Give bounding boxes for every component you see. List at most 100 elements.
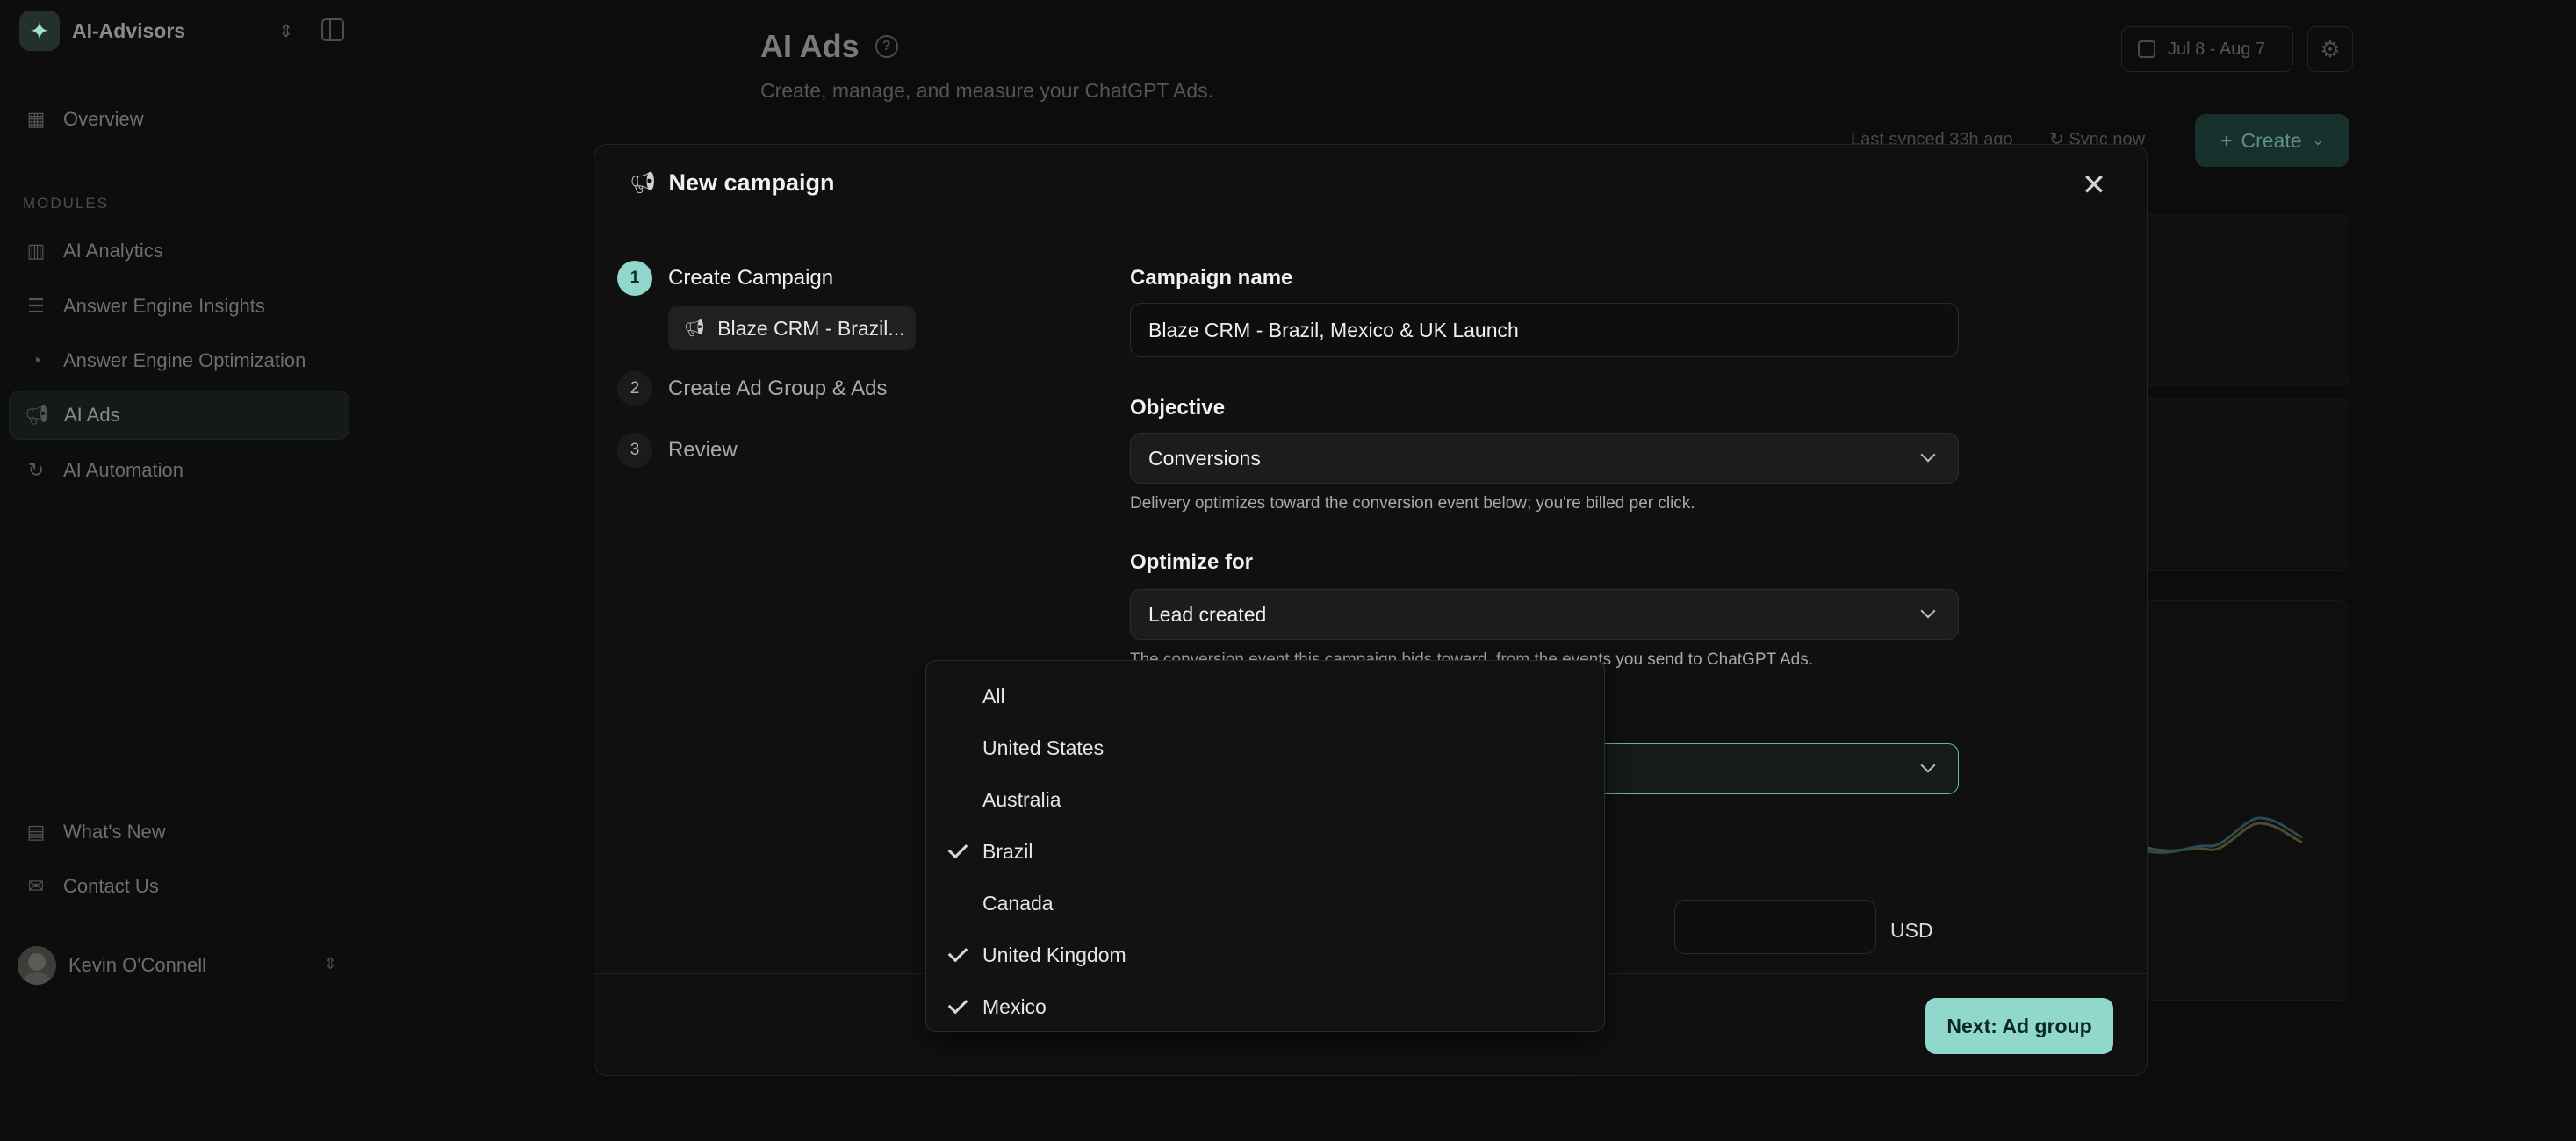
country-option-brazil[interactable]: Brazil [926,827,1604,876]
settings-button[interactable]: ⚙ [2307,26,2353,72]
option-label: Mexico [982,994,1047,1018]
gear-icon: ⚙ [2320,35,2341,62]
refresh-icon: ↻ [27,459,45,481]
objective-value: Conversions [1148,446,1261,470]
megaphone-icon: 📢︎ [25,404,49,426]
sidebar-item-label: What's New [63,821,166,843]
step-campaign-chip[interactable]: 📢︎ Blaze CRM - Brazil... [668,306,916,350]
country-option-canada[interactable]: Canada [926,879,1604,928]
objective-help-text: Delivery optimizes toward the conversion… [1130,494,1695,513]
date-range-button[interactable]: Jul 8 - Aug 7 [2121,26,2293,72]
background-card [2142,214,2349,386]
user-name: Kevin O'Connell [68,954,207,976]
chevron-down-icon: ⌄ [2312,133,2324,148]
sidebar-item-ai-analytics[interactable]: ▥ AI Analytics [9,226,349,276]
megaphone-icon: 📢︎ [630,171,657,195]
option-label: Brazil [982,839,1033,863]
chevron-updown-icon: ⇕ [323,955,337,972]
page-title-text: AI Ads [760,28,860,64]
sidebar-item-label: Overview [63,108,144,130]
workspace-switcher[interactable]: ✦ AI-Advisors ⇕ [19,11,344,51]
background-card [2142,600,2349,1001]
optimize-for-label: Optimize for [1130,550,1254,574]
sidebar-item-label: AI Ads [64,404,120,426]
option-label: All [982,684,1005,707]
sidebar-item-label: AI Automation [63,459,183,481]
country-option-all[interactable]: All [926,671,1604,721]
user-menu[interactable]: Kevin O'Connell ⇕ [18,946,342,985]
country-option-united-kingdom[interactable]: United Kingdom [926,930,1604,980]
sidebar-item-answer-engine-insights[interactable]: ☰ Answer Engine Insights [9,282,349,331]
modal-header: 📢︎ New campaign [630,169,835,197]
sidebar-item-label: Answer Engine Optimization [63,349,306,371]
chevron-down-icon [1920,447,1936,463]
campaign-name-input[interactable]: Blaze CRM - Brazil, Mexico & UK Launch [1130,303,1959,357]
campaign-name-label: Campaign name [1130,266,1293,290]
page-title: AI Ads ? [760,28,898,65]
megaphone-icon: 📢︎ [684,319,706,338]
list-icon: ☰ [27,295,45,317]
option-label: Canada [982,891,1054,915]
countries-dropdown: All United States Australia Brazil Canad… [925,660,1605,1032]
objective-label: Objective [1130,396,1226,420]
step-create-campaign[interactable]: 1 Create Campaign [617,261,833,296]
step-label: Create Ad Group & Ads [668,377,888,400]
sidebar-toggle-icon[interactable] [321,18,344,41]
currency-label: USD [1890,919,1933,942]
brand-logo-icon: ✦ [19,11,60,51]
objective-select[interactable]: Conversions [1130,433,1959,484]
country-option-australia[interactable]: Australia [926,775,1604,824]
step-create-ad-group[interactable]: 2 Create Ad Group & Ads [617,371,887,406]
sidebar-item-label: Contact Us [63,875,159,897]
close-icon: ✕ [2081,169,2107,202]
create-button[interactable]: + Create ⌄ [2195,114,2349,167]
step-number: 2 [617,371,652,406]
next-ad-group-button[interactable]: Next: Ad group [1925,998,2113,1054]
chevron-down-icon [1920,757,1936,773]
background-card [2142,398,2349,570]
step-label: Create Campaign [668,266,834,290]
option-label: United Kingdom [982,943,1126,966]
gauge-icon: ◔ [30,349,42,371]
mail-icon: ✉ [27,875,45,897]
bar-chart-icon: ▥ [26,240,46,262]
check-icon [947,838,968,859]
sidebar: ✦ AI-Advisors ⇕ ▦ Overview MODULES ▥ AI … [0,0,358,1141]
campaign-name-value: Blaze CRM - Brazil, Mexico & UK Launch [1148,318,1519,341]
help-icon[interactable]: ? [874,35,898,58]
step-review[interactable]: 3 Review [617,433,738,468]
sidebar-item-label: AI Analytics [63,240,163,262]
background-chart-lines [2148,816,2303,854]
plus-icon: + [2220,128,2233,152]
modal-title: New campaign [668,169,835,196]
sidebar-item-answer-engine-optimization[interactable]: ◔ Answer Engine Optimization [9,336,349,385]
check-icon [947,994,968,1015]
step-number: 3 [617,433,652,468]
section-label-modules: MODULES [23,195,110,212]
step-number: 1 [617,261,652,296]
calendar-icon [2138,40,2155,58]
create-label: Create [2241,128,2302,152]
avatar [18,946,56,985]
sidebar-item-ai-automation[interactable]: ↻ AI Automation [9,446,349,495]
optimize-for-select[interactable]: Lead created [1130,589,1959,640]
country-option-mexico[interactable]: Mexico [926,982,1604,1031]
chevron-down-icon [1920,603,1936,619]
step-chip-label: Blaze CRM - Brazil... [717,316,905,340]
country-option-united-states[interactable]: United States [926,723,1604,772]
step-label: Review [668,438,738,462]
date-range-label: Jul 8 - Aug 7 [2168,39,2266,59]
optimize-for-value: Lead created [1148,602,1267,626]
sidebar-item-contact-us[interactable]: ✉ Contact Us [9,862,349,911]
sidebar-item-label: Answer Engine Insights [63,295,265,317]
budget-input[interactable] [1674,900,1876,954]
sidebar-item-whats-new[interactable]: ▤ What's New [9,807,349,857]
option-label: Australia [982,787,1061,811]
sidebar-item-ai-ads[interactable]: 📢︎ AI Ads [9,391,349,440]
close-button[interactable]: ✕ [2076,168,2112,203]
chevron-updown-icon[interactable]: ⇕ [278,20,293,42]
check-icon [947,942,968,963]
sidebar-item-overview[interactable]: ▦ Overview [9,95,349,144]
workspace-name: AI-Advisors [72,18,186,42]
option-label: United States [982,736,1105,759]
